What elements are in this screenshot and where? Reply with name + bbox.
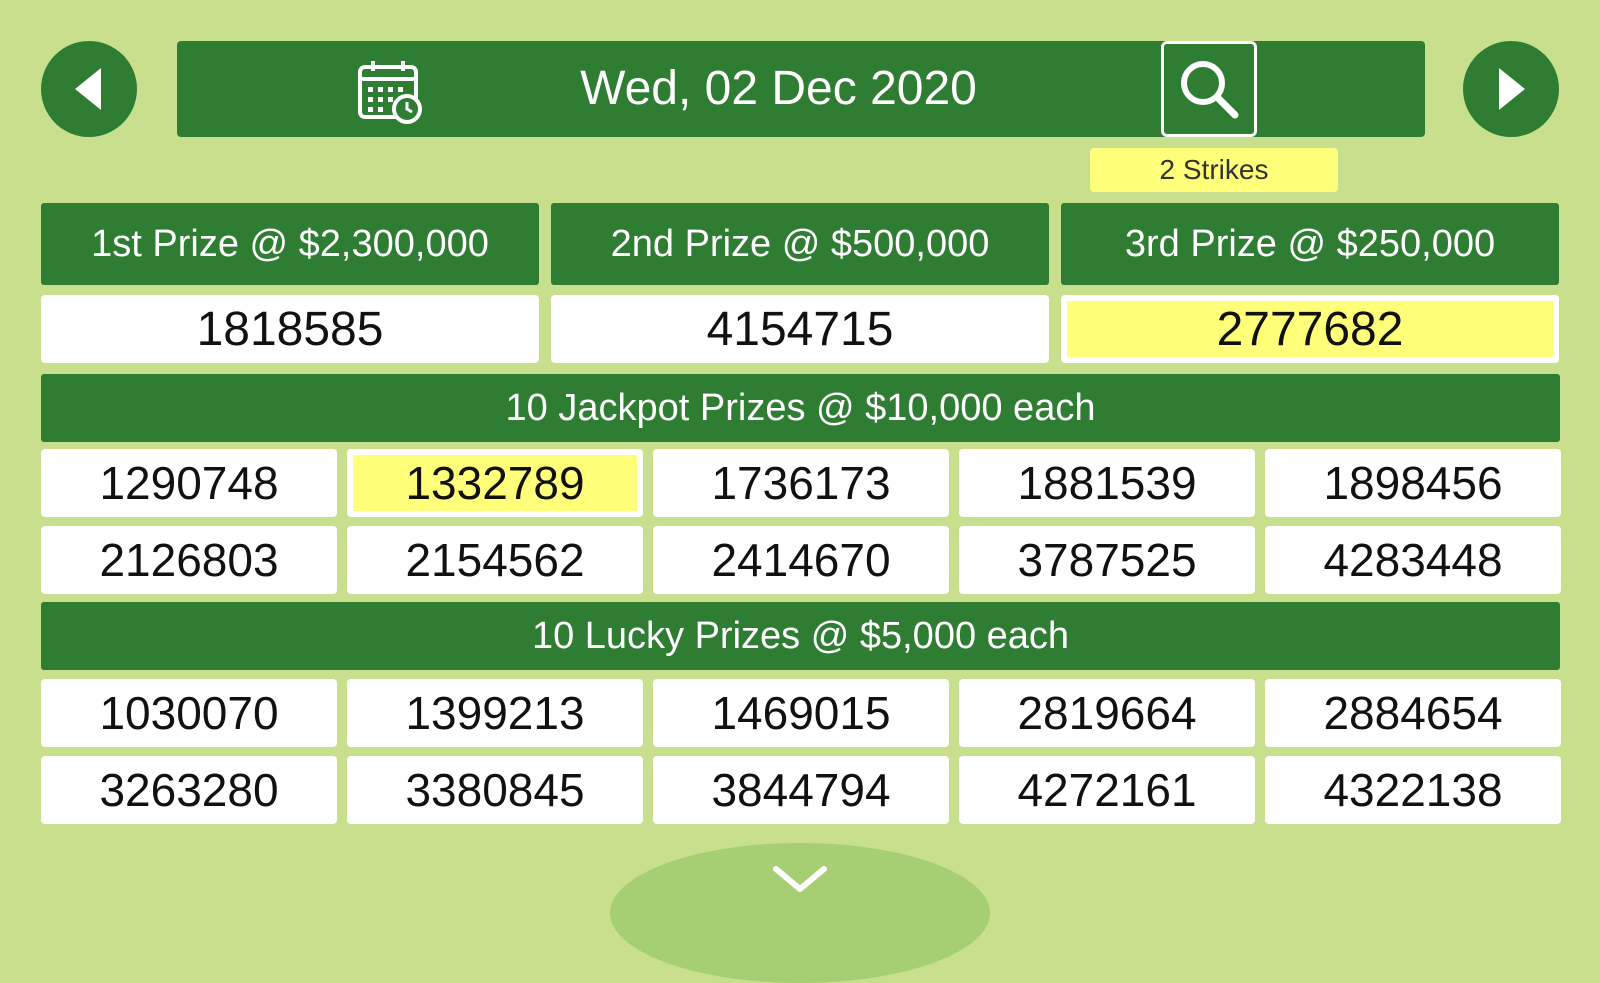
chevron-down-icon bbox=[773, 866, 827, 892]
jackpot-number[interactable]: 1881539 bbox=[959, 449, 1255, 517]
lucky-number[interactable]: 1030070 bbox=[41, 679, 337, 747]
lucky-prizes-header: 10 Lucky Prizes @ $5,000 each bbox=[41, 602, 1560, 670]
next-day-button[interactable] bbox=[1463, 41, 1559, 137]
second-prize-header: 2nd Prize @ $500,000 bbox=[551, 203, 1049, 285]
second-prize-number[interactable]: 4154715 bbox=[551, 295, 1049, 363]
lucky-number[interactable]: 3380845 bbox=[347, 756, 643, 824]
jackpot-number[interactable]: 3787525 bbox=[959, 526, 1255, 594]
lucky-number[interactable]: 2884654 bbox=[1265, 679, 1561, 747]
third-prize-header: 3rd Prize @ $250,000 bbox=[1061, 203, 1559, 285]
lucky-number[interactable]: 3263280 bbox=[41, 756, 337, 824]
jackpot-number[interactable]: 2414670 bbox=[653, 526, 949, 594]
first-prize-number[interactable]: 1818585 bbox=[41, 295, 539, 363]
third-prize-number[interactable]: 2777682 bbox=[1061, 295, 1559, 363]
jackpot-prizes-header: 10 Jackpot Prizes @ $10,000 each bbox=[41, 374, 1560, 442]
expand-more-button[interactable] bbox=[610, 843, 990, 983]
date-bar[interactable]: Wed, 02 Dec 2020 bbox=[177, 41, 1425, 137]
strikes-badge: 2 Strikes bbox=[1090, 148, 1338, 192]
lucky-number[interactable]: 1469015 bbox=[653, 679, 949, 747]
prev-day-button[interactable] bbox=[41, 41, 137, 137]
jackpot-number[interactable]: 1898456 bbox=[1265, 449, 1561, 517]
lucky-number[interactable]: 4272161 bbox=[959, 756, 1255, 824]
jackpot-number[interactable]: 1332789 bbox=[347, 449, 643, 517]
triangle-right-icon bbox=[1499, 68, 1525, 110]
jackpot-number[interactable]: 4283448 bbox=[1265, 526, 1561, 594]
jackpot-number[interactable]: 1290748 bbox=[41, 449, 337, 517]
lucky-number[interactable]: 3844794 bbox=[653, 756, 949, 824]
calendar-clock-icon[interactable] bbox=[355, 57, 425, 127]
search-button[interactable] bbox=[1161, 41, 1257, 137]
jackpot-number[interactable]: 1736173 bbox=[653, 449, 949, 517]
triangle-left-icon bbox=[75, 68, 101, 110]
lucky-number[interactable]: 4322138 bbox=[1265, 756, 1561, 824]
lucky-number[interactable]: 1399213 bbox=[347, 679, 643, 747]
lucky-number[interactable]: 2819664 bbox=[959, 679, 1255, 747]
jackpot-number[interactable]: 2126803 bbox=[41, 526, 337, 594]
first-prize-header: 1st Prize @ $2,300,000 bbox=[41, 203, 539, 285]
jackpot-number[interactable]: 2154562 bbox=[347, 526, 643, 594]
search-icon bbox=[1181, 61, 1239, 119]
